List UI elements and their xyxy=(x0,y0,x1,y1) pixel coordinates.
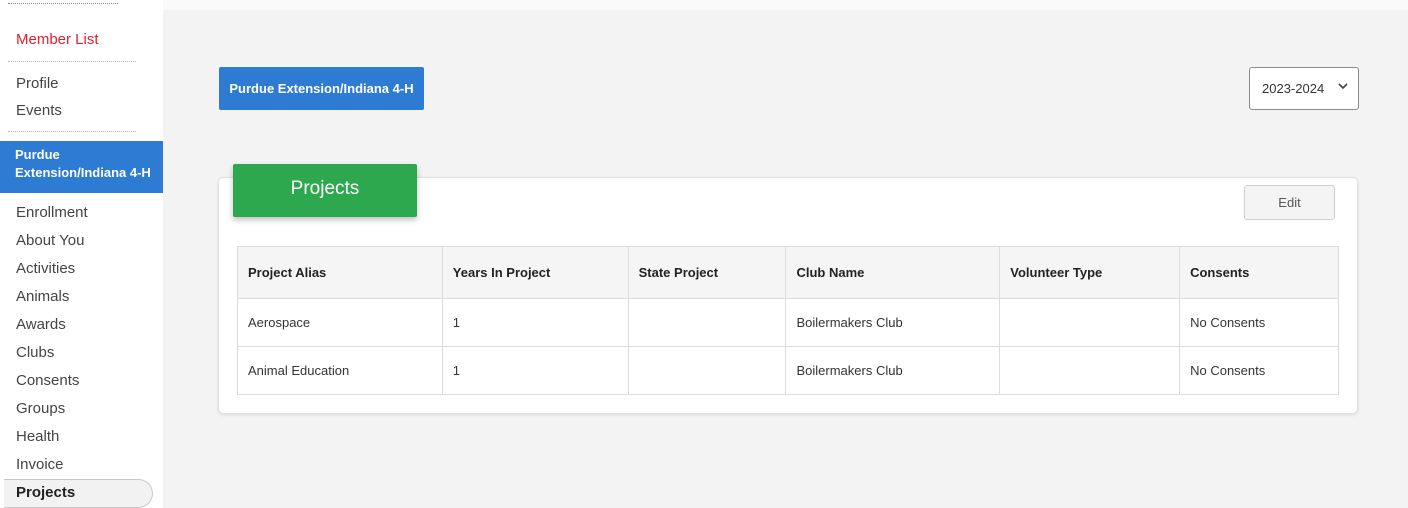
organization-button[interactable]: Purdue Extension/Indiana 4-H xyxy=(219,67,424,110)
cell-years-in-project: 1 xyxy=(441,298,629,347)
cell-project-alias: Aerospace xyxy=(237,298,443,347)
cell-club-name: Boilermakers Club xyxy=(785,298,1001,347)
table-row[interactable]: Animal Education 1 Boilermakers Club No … xyxy=(237,346,1339,395)
edit-button[interactable]: Edit xyxy=(1244,185,1335,220)
sidebar-item-about-you[interactable]: About You xyxy=(16,231,84,251)
sidebar-item-invoice[interactable]: Invoice xyxy=(16,455,64,475)
top-strip xyxy=(163,0,1408,10)
organization-name-line-2: Extension/Indiana 4-H xyxy=(15,165,151,180)
sidebar-item-health[interactable]: Health xyxy=(16,427,59,447)
sidebar-item-awards[interactable]: Awards xyxy=(16,315,66,335)
sidebar-item-animals[interactable]: Animals xyxy=(16,287,69,307)
table-header-row: Project Alias Years In Project State Pro… xyxy=(237,246,1339,299)
column-header-state-project: State Project xyxy=(627,246,787,299)
sidebar-item-consents[interactable]: Consents xyxy=(16,371,79,391)
cell-consents: No Consents xyxy=(1179,298,1339,347)
year-select-value: 2023-2024 xyxy=(1262,81,1325,96)
logo-strip xyxy=(8,0,118,4)
chevron-down-icon xyxy=(1338,81,1348,93)
cell-volunteer-type xyxy=(999,346,1181,395)
sidebar-active-organization[interactable]: Purdue Extension/Indiana 4-H xyxy=(0,141,163,193)
table-row[interactable]: Aerospace 1 Boilermakers Club No Consent… xyxy=(237,298,1339,347)
projects-table: Project Alias Years In Project State Pro… xyxy=(237,246,1339,395)
column-header-years-in-project: Years In Project xyxy=(441,246,629,299)
cell-state-project xyxy=(627,346,787,395)
column-header-club-name: Club Name xyxy=(785,246,1001,299)
cell-years-in-project: 1 xyxy=(441,346,629,395)
sidebar-item-profile[interactable]: Profile xyxy=(16,74,59,94)
cell-consents: No Consents xyxy=(1179,346,1339,395)
column-header-consents: Consents xyxy=(1179,246,1339,299)
sidebar-item-activities[interactable]: Activities xyxy=(16,259,75,279)
sidebar-item-groups[interactable]: Groups xyxy=(16,399,65,419)
cell-state-project xyxy=(627,298,787,347)
sidebar-divider xyxy=(8,61,136,62)
sidebar: Member List Profile Events Purdue Extens… xyxy=(0,0,163,508)
organization-name-line-1: Purdue xyxy=(15,147,60,162)
year-select[interactable]: 2023-2024 xyxy=(1249,67,1359,110)
column-header-project-alias: Project Alias xyxy=(237,246,443,299)
cell-club-name: Boilermakers Club xyxy=(785,346,1001,395)
sidebar-divider xyxy=(8,131,136,132)
sidebar-item-member-list[interactable]: Member List xyxy=(16,30,99,50)
cell-volunteer-type xyxy=(999,298,1181,347)
projects-card-title: Projects xyxy=(233,164,417,217)
column-header-volunteer-type: Volunteer Type xyxy=(999,246,1181,299)
sidebar-item-projects[interactable]: Projects xyxy=(4,479,153,508)
sidebar-item-enrollment[interactable]: Enrollment xyxy=(16,203,88,223)
sidebar-item-clubs[interactable]: Clubs xyxy=(16,343,54,363)
sidebar-item-events[interactable]: Events xyxy=(16,101,62,121)
cell-project-alias: Animal Education xyxy=(237,346,443,395)
